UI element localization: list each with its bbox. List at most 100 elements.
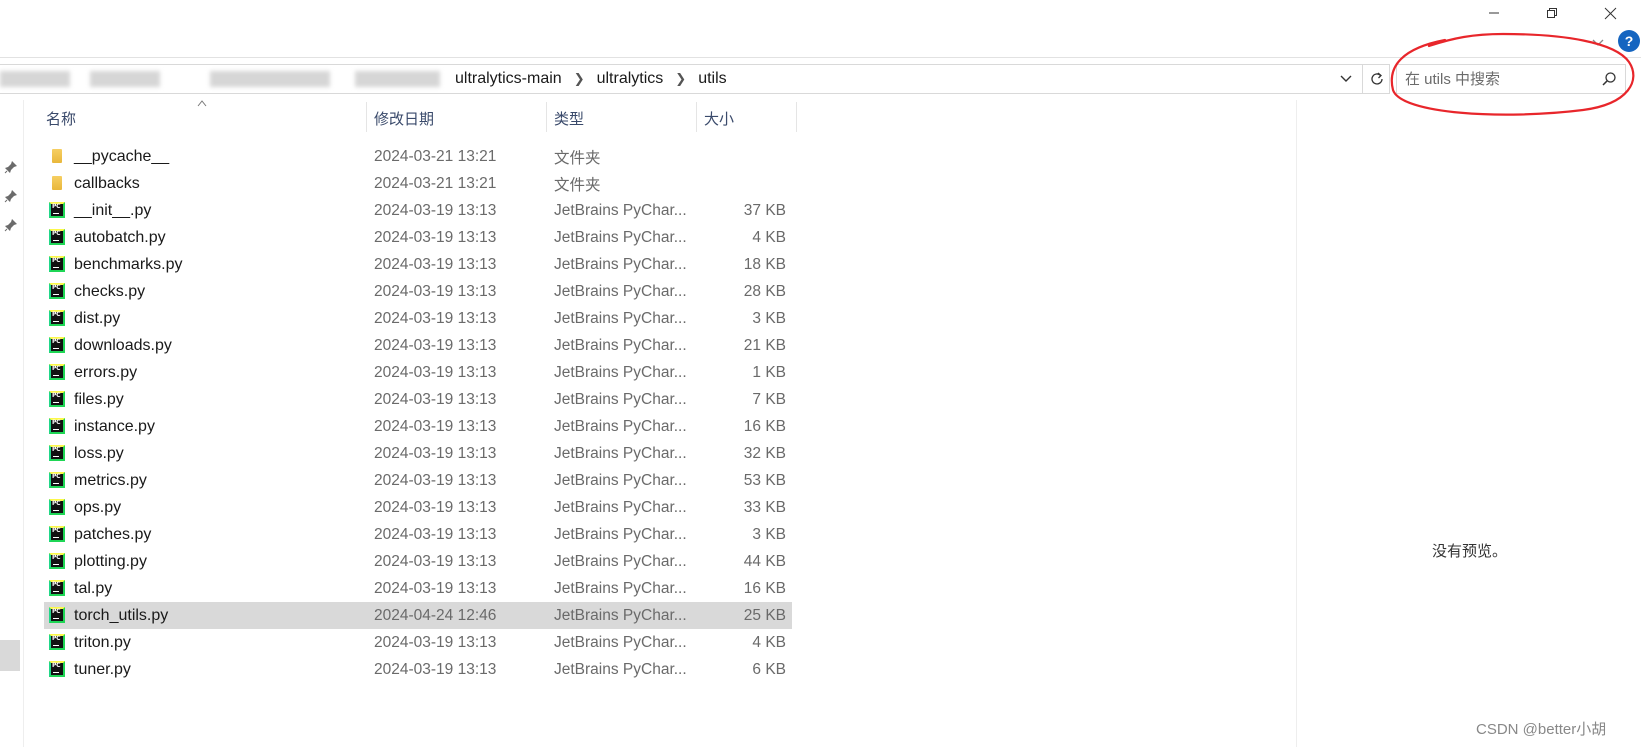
file-row[interactable]: PC errors.py 2024-03-19 13:13 JetBrains PyC… xyxy=(44,359,792,386)
pin-icon[interactable] xyxy=(4,189,18,203)
file-name: ops.py xyxy=(74,498,122,516)
file-name: triton.py xyxy=(74,633,131,651)
file-date: 2024-04-24 12:46 xyxy=(374,606,497,624)
file-date: 2024-03-19 13:13 xyxy=(374,660,497,678)
file-row[interactable]: PC files.py 2024-03-19 13:13 JetBrains PyCh… xyxy=(44,386,792,413)
file-size: 7 KB xyxy=(752,390,786,408)
blurred-path-segment xyxy=(355,71,440,87)
file-size: 25 KB xyxy=(743,606,786,624)
file-name: callbacks xyxy=(74,174,140,192)
file-row[interactable]: PC loss.py 2024-03-19 13:13 JetBrains PyCha… xyxy=(44,440,792,467)
file-row[interactable]: PC torch_utils.py 2024-04-24 12:46 JetBrain… xyxy=(44,602,792,629)
file-row[interactable]: PC patches.py 2024-03-19 13:13 JetBrains Py… xyxy=(44,521,792,548)
help-button[interactable]: ? xyxy=(1618,30,1640,52)
file-date: 2024-03-19 13:13 xyxy=(374,201,497,219)
file-size: 1 KB xyxy=(752,363,786,381)
file-name: checks.py xyxy=(74,282,146,300)
chevron-right-icon[interactable]: ❯ xyxy=(675,71,686,87)
file-size: 28 KB xyxy=(743,282,786,300)
breadcrumb-ultralytics[interactable]: ultralytics xyxy=(597,70,664,88)
file-row[interactable]: PC checks.py 2024-03-19 13:13 JetBrains PyC… xyxy=(44,278,792,305)
file-type: JetBrains PyChar... xyxy=(554,390,687,408)
file-size: 6 KB xyxy=(752,660,786,678)
refresh-icon xyxy=(1371,72,1383,85)
pin-icon[interactable] xyxy=(4,218,18,232)
address-bar[interactable]: ultralytics-main ❯ ultralytics ❯ utils xyxy=(0,64,1390,94)
file-date: 2024-03-21 13:21 xyxy=(374,174,497,192)
file-row[interactable]: __pycache__ 2024-03-21 13:21 文件夹 xyxy=(44,143,792,170)
file-size: 4 KB xyxy=(752,633,786,651)
restore-icon[interactable] xyxy=(1523,0,1581,26)
file-name: files.py xyxy=(74,390,124,408)
file-row[interactable]: PC __init__.py 2024-03-19 13:13 JetBrains P… xyxy=(44,197,792,224)
column-header-type[interactable]: 类型 xyxy=(546,100,696,136)
file-type: JetBrains PyChar... xyxy=(554,552,687,570)
column-separator[interactable] xyxy=(796,102,797,132)
file-name: torch_utils.py xyxy=(74,606,169,624)
search-box xyxy=(1396,64,1626,94)
file-type: 文件夹 xyxy=(554,149,601,167)
file-type: JetBrains PyChar... xyxy=(554,228,687,246)
file-type: JetBrains PyChar... xyxy=(554,309,687,327)
file-row[interactable]: PC tuner.py 2024-03-19 13:13 JetBrains PyCh… xyxy=(44,656,792,683)
file-row[interactable]: PC tal.py 2024-03-19 13:13 JetBrains PyChar… xyxy=(44,575,792,602)
file-row[interactable]: PC metrics.py 2024-03-19 13:13 JetBrains Py… xyxy=(44,467,792,494)
preview-empty-text: 没有预览。 xyxy=(1432,543,1508,560)
pycharm-file-icon: PC xyxy=(49,553,65,569)
file-row[interactable]: callbacks 2024-03-21 13:21 文件夹 xyxy=(44,170,792,197)
file-row[interactable]: PC benchmarks.py 2024-03-19 13:13 JetBrains… xyxy=(44,251,792,278)
minimize-icon[interactable] xyxy=(1465,0,1523,26)
refresh-button[interactable] xyxy=(1366,68,1388,90)
preview-pane-divider[interactable] xyxy=(1296,100,1297,747)
pycharm-file-icon: PC xyxy=(49,499,65,515)
breadcrumb-utils[interactable]: utils xyxy=(698,70,726,88)
file-date: 2024-03-19 13:13 xyxy=(374,336,497,354)
chevron-right-icon[interactable]: ❯ xyxy=(574,71,585,87)
column-header-name[interactable]: 名称 xyxy=(38,100,366,136)
folder-icon xyxy=(52,149,62,163)
pycharm-file-icon: PC xyxy=(49,229,65,245)
search-icon[interactable] xyxy=(1601,71,1617,87)
column-header-size[interactable]: 大小 xyxy=(696,100,796,136)
nav-item-selected[interactable] xyxy=(0,640,20,671)
file-date: 2024-03-19 13:13 xyxy=(374,498,497,516)
chevron-down-icon[interactable] xyxy=(1590,34,1606,50)
watermark: CSDN @better小胡 xyxy=(1476,721,1607,738)
file-row[interactable]: PC ops.py 2024-03-19 13:13 JetBrains PyChar… xyxy=(44,494,792,521)
pycharm-file-icon: PC xyxy=(49,283,65,299)
file-row[interactable]: PC plotting.py 2024-03-19 13:13 JetBrains P… xyxy=(44,548,792,575)
file-row[interactable]: PC autobatch.py 2024-03-19 13:13 JetBrains … xyxy=(44,224,792,251)
breadcrumb-ultralytics-main[interactable]: ultralytics-main xyxy=(455,70,562,88)
pycharm-file-icon: PC xyxy=(49,364,65,380)
file-size: 53 KB xyxy=(743,471,786,489)
file-row[interactable]: PC dist.py 2024-03-19 13:13 JetBrains PyCha… xyxy=(44,305,792,332)
file-name: errors.py xyxy=(74,363,138,381)
file-name: instance.py xyxy=(74,417,155,435)
file-name: dist.py xyxy=(74,309,121,327)
file-type: JetBrains PyChar... xyxy=(554,660,687,678)
file-type: JetBrains PyChar... xyxy=(554,444,687,462)
file-type: JetBrains PyChar... xyxy=(554,201,687,219)
address-divider xyxy=(1362,65,1363,93)
file-size: 3 KB xyxy=(752,525,786,543)
pycharm-file-icon: PC xyxy=(49,337,65,353)
column-header-date[interactable]: 修改日期 xyxy=(366,100,546,136)
file-row[interactable]: PC downloads.py 2024-03-19 13:13 JetBrains … xyxy=(44,332,792,359)
file-type: JetBrains PyChar... xyxy=(554,282,687,300)
file-name: plotting.py xyxy=(74,552,147,570)
chevron-down-icon[interactable] xyxy=(1338,71,1354,87)
breadcrumb: ultralytics-main ❯ ultralytics ❯ utils xyxy=(455,65,727,93)
file-name: autobatch.py xyxy=(74,228,166,246)
search-input[interactable] xyxy=(1405,70,1595,88)
pin-icon[interactable] xyxy=(4,160,18,174)
file-type: 文件夹 xyxy=(554,176,601,194)
file-row[interactable]: PC triton.py 2024-03-19 13:13 JetBrains PyC… xyxy=(44,629,792,656)
file-date: 2024-03-19 13:13 xyxy=(374,417,497,435)
pycharm-file-icon: PC xyxy=(49,607,65,623)
pycharm-file-icon: PC xyxy=(49,391,65,407)
close-icon[interactable] xyxy=(1581,0,1639,26)
file-date: 2024-03-19 13:13 xyxy=(374,552,497,570)
file-size: 32 KB xyxy=(743,444,786,462)
file-row[interactable]: PC instance.py 2024-03-19 13:13 JetBrains P… xyxy=(44,413,792,440)
file-size: 33 KB xyxy=(743,498,786,516)
